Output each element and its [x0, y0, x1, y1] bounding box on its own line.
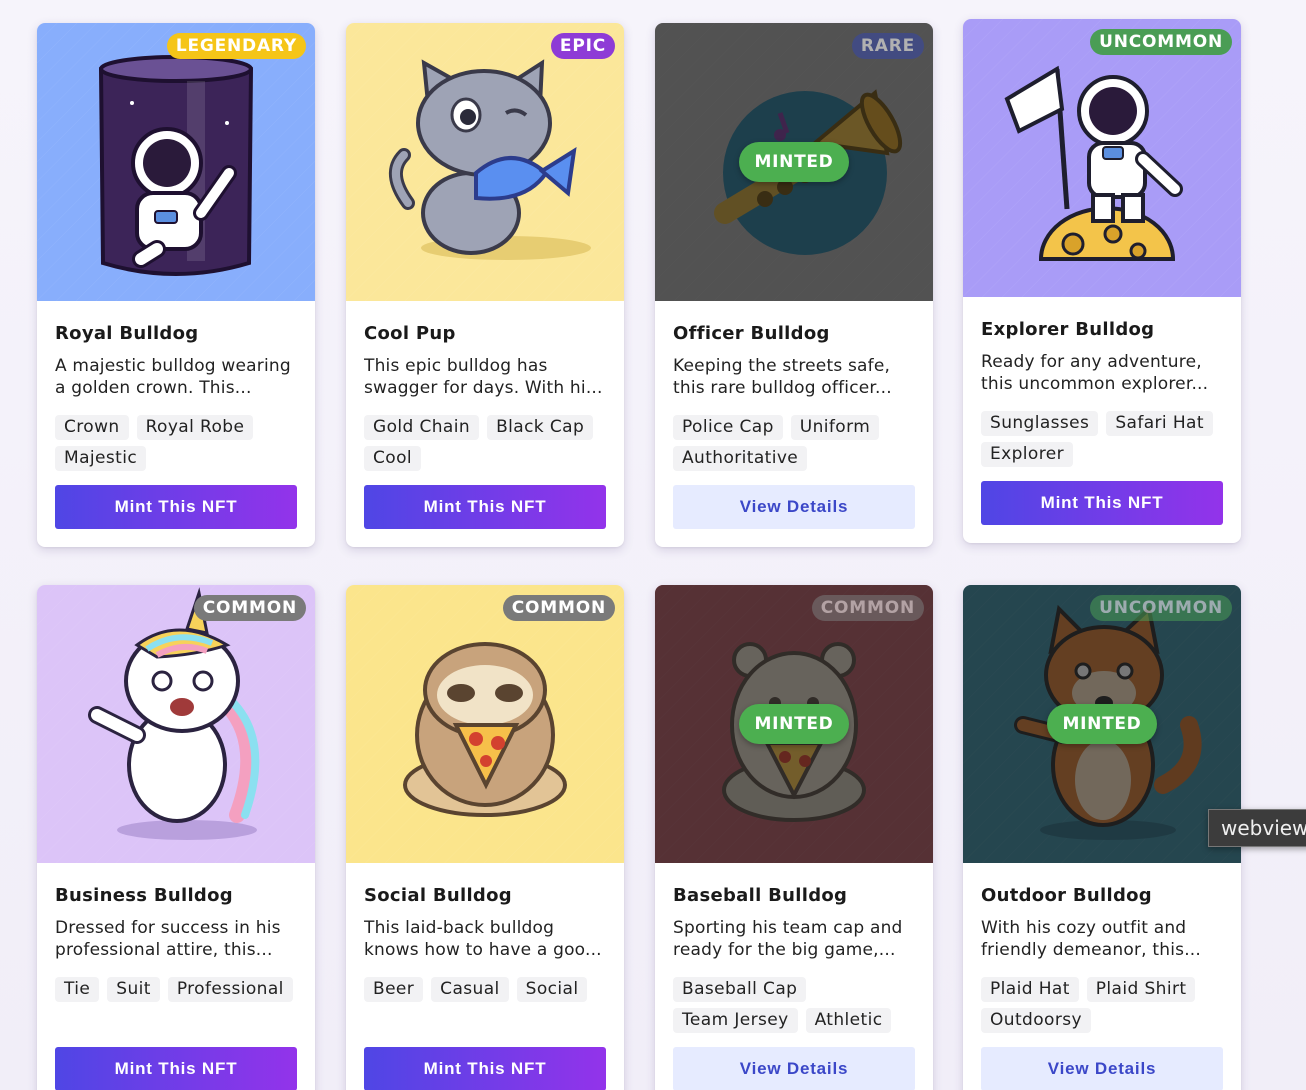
trait-tag: Baseball Cap [673, 977, 807, 1002]
nft-artwork: MINTED UNCOMMON [963, 585, 1241, 863]
minted-badge: MINTED [1047, 704, 1157, 744]
rarity-badge: EPIC [550, 33, 615, 59]
mint-nft-button[interactable]: Mint This NFT [364, 1047, 606, 1090]
nft-card: MINTED RARE Officer Bulldog Keeping the str… [655, 23, 933, 547]
trait-tag: Sunglasses [981, 411, 1099, 436]
trait-tag: Casual [431, 977, 509, 1002]
nft-card-body: Explorer Bulldog Ready for any adventure,… [963, 297, 1241, 543]
trait-tag: Crown [55, 415, 129, 440]
nft-card: MINTED COMMON Baseball Bulldog Sporting his… [655, 585, 933, 1090]
nft-card-body: Social Bulldog This laid-back bulldog kno… [346, 863, 624, 1090]
nft-card-body: Baseball Bulldog Sporting his team cap an… [655, 863, 933, 1090]
mint-nft-button[interactable]: Mint This NFT [55, 1047, 297, 1090]
nft-card: LEGENDARY Royal Bulldog A majestic bulldog… [37, 23, 315, 547]
trait-tag: Police Cap [673, 415, 783, 440]
rarity-badge: RARE [851, 33, 924, 59]
nft-card-body: Cool Pup This epic bulldog has swagger fo… [346, 301, 624, 547]
nft-name: Officer Bulldog [673, 323, 830, 344]
trait-list: Plaid Hat Plaid Shirt Outdoorsy [981, 977, 1223, 1033]
nft-artwork: MINTED COMMON [655, 585, 933, 863]
astronaut-in-glass-icon [37, 23, 315, 301]
trait-tag: Team Jersey [673, 1008, 798, 1033]
trait-tag: Tie [55, 977, 100, 1002]
trait-tag: Outdoorsy [981, 1008, 1091, 1033]
nft-artwork: EPIC [346, 23, 624, 301]
trait-list: Crown Royal Robe Majestic [55, 415, 297, 471]
nft-card-body: Officer Bulldog Keeping the streets safe,… [655, 301, 933, 547]
nft-artwork: MINTED RARE [655, 23, 933, 301]
nft-description: This epic bulldog has swagger for days. … [364, 356, 603, 398]
rarity-badge: COMMON [193, 595, 306, 621]
zombie-unicorn-icon [37, 585, 315, 863]
trait-list: Gold Chain Black Cap Cool [364, 415, 606, 471]
rarity-badge: LEGENDARY [166, 33, 306, 59]
trait-tag: Suit [107, 977, 160, 1002]
nft-name: Royal Bulldog [55, 323, 199, 344]
view-details-button[interactable]: View Details [981, 1047, 1223, 1090]
trait-tag: Plaid Shirt [1086, 977, 1196, 1002]
nft-name: Business Bulldog [55, 885, 233, 906]
nft-name: Explorer Bulldog [981, 319, 1155, 340]
view-details-button[interactable]: View Details [673, 485, 915, 529]
cat-with-fish-icon [346, 23, 624, 301]
trait-list: Beer Casual Social [364, 977, 606, 1033]
nft-name: Social Bulldog [364, 885, 512, 906]
trait-list: Baseball Cap Team Jersey Athletic [673, 977, 915, 1033]
trait-tag: Gold Chain [364, 415, 480, 440]
nft-card-body: Business Bulldog Dressed for success in h… [37, 863, 315, 1090]
trait-tag: Majestic [55, 446, 147, 471]
nft-artwork: COMMON [37, 585, 315, 863]
trait-list: Police Cap Uniform Authoritative [673, 415, 915, 471]
nft-name: Cool Pup [364, 323, 456, 344]
mint-nft-button[interactable]: Mint This NFT [55, 485, 297, 529]
nft-card-body: Royal Bulldog A majestic bulldog wearing … [37, 301, 315, 547]
minted-badge: MINTED [739, 142, 849, 182]
sloth-eating-pizza-icon [346, 585, 624, 863]
trait-tag: Uniform [790, 415, 880, 440]
nft-description: With his cozy outfit and friendly demean… [981, 918, 1201, 960]
nft-card: EPIC Cool Pup This epic bulldog has swagge… [346, 23, 624, 547]
nft-artwork: COMMON [346, 585, 624, 863]
minted-badge: MINTED [739, 704, 849, 744]
trait-list: Tie Suit Professional [55, 977, 297, 1033]
rarity-badge: UNCOMMON [1090, 595, 1232, 621]
nft-name: Outdoor Bulldog [981, 885, 1152, 906]
trait-tag: Professional [167, 977, 293, 1002]
trait-tag: Beer [364, 977, 424, 1002]
trait-tag: Plaid Hat [981, 977, 1079, 1002]
trait-tag: Authoritative [673, 446, 808, 471]
trait-tag: Royal Robe [136, 415, 254, 440]
mint-nft-button[interactable]: Mint This NFT [981, 481, 1223, 525]
mint-nft-button[interactable]: Mint This NFT [364, 485, 606, 529]
nft-card: COMMON Social Bulldog This laid-back bulld… [346, 585, 624, 1090]
nft-card: UNCOMMON Explorer Bulldog Ready for any ad… [963, 19, 1241, 543]
nft-description: This laid-back bulldog knows how to have… [364, 918, 602, 960]
trait-tag: Social [516, 977, 588, 1002]
trait-list: Sunglasses Safari Hat Explorer [981, 411, 1223, 467]
nft-description: A majestic bulldog wearing a golden crow… [55, 356, 291, 398]
trait-tag: Safari Hat [1106, 411, 1213, 436]
nft-card-body: Outdoor Bulldog With his cozy outfit and … [963, 863, 1241, 1090]
rarity-badge: COMMON [502, 595, 615, 621]
trait-tag: Black Cap [487, 415, 594, 440]
nft-description: Ready for any adventure, this uncommon e… [981, 352, 1209, 394]
nft-name: Baseball Bulldog [673, 885, 848, 906]
nft-card: MINTED UNCOMMON Outdoor Bulldog With his co… [963, 585, 1241, 1090]
trait-tag: Explorer [981, 442, 1073, 467]
nft-description: Dressed for success in his professional … [55, 918, 281, 960]
view-details-button[interactable]: View Details [673, 1047, 915, 1090]
astronaut-on-moon-icon [963, 19, 1241, 297]
nft-description: Keeping the streets safe, this rare bull… [673, 356, 892, 398]
rarity-badge: COMMON [811, 595, 924, 621]
nft-artwork: LEGENDARY [37, 23, 315, 301]
nft-artwork: UNCOMMON [963, 19, 1241, 297]
nft-card: COMMON Business Bulldog Dressed for succes… [37, 585, 315, 1090]
trait-tag: Cool [364, 446, 421, 471]
tooltip: webview [1208, 809, 1306, 847]
trait-tag: Athletic [805, 1008, 892, 1033]
rarity-badge: UNCOMMON [1090, 29, 1232, 55]
nft-description: Sporting his team cap and ready for the … [673, 918, 903, 960]
